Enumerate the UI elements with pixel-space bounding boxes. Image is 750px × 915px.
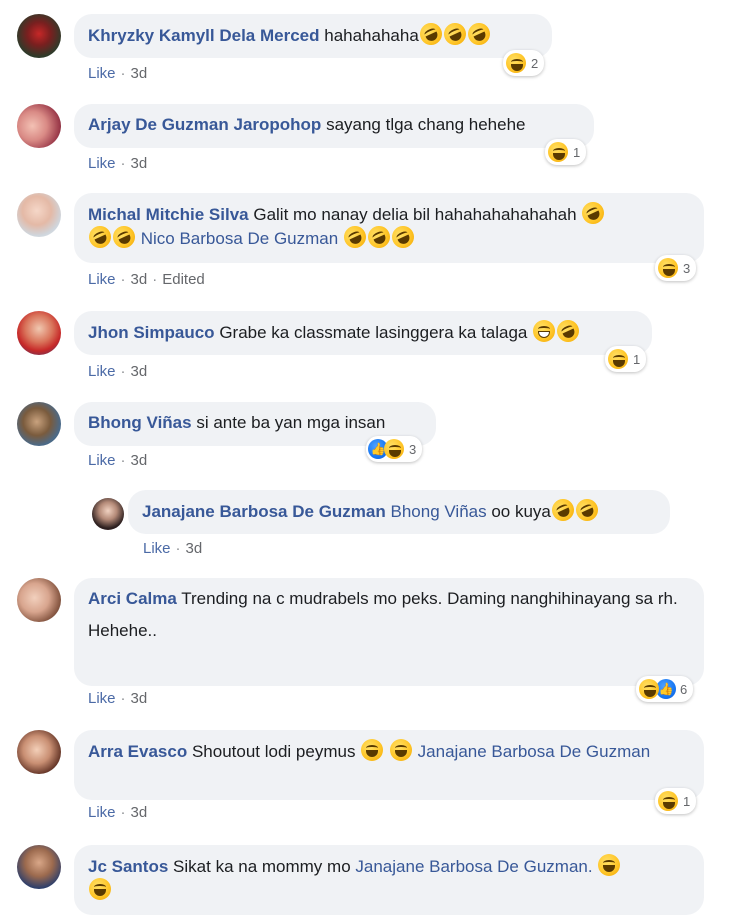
comment-text: si ante ba yan mga insan: [196, 413, 386, 432]
comment-actions: Like · 3d · Edited: [88, 271, 205, 288]
laughing-emoji-icon: [364, 222, 394, 252]
like-link[interactable]: Like: [88, 690, 116, 707]
comment-actions: Like · 3d: [143, 540, 203, 557]
avatar[interactable]: [17, 730, 61, 774]
like-link[interactable]: Like: [143, 540, 171, 557]
laughing-emoji-icon: [388, 222, 418, 252]
avatar[interactable]: [17, 14, 61, 58]
comment-text: Grabe ka classmate lasinggera ka talaga: [219, 323, 528, 342]
reaction-count[interactable]: 3: [655, 255, 697, 281]
haha-reaction-icon: [639, 679, 659, 699]
comment-time[interactable]: 3d: [131, 363, 148, 380]
like-link[interactable]: Like: [88, 804, 116, 821]
laughing-emoji-icon: [553, 316, 583, 346]
mention-link[interactable]: Nico Barbosa De Guzman: [141, 229, 338, 248]
comment-bubble: Jc Santos Sikat ka na mommy mo Janajane …: [74, 845, 704, 915]
comment-text: Trending na c mudrabels mo peks. Daming …: [181, 589, 678, 608]
comment-text-paragraph: Hehehe..: [88, 621, 157, 640]
haha-reaction-icon: [548, 142, 568, 162]
like-link[interactable]: Like: [88, 363, 116, 380]
haha-reaction-icon: [658, 791, 678, 811]
haha-reaction-icon: [608, 349, 628, 369]
like-link[interactable]: Like: [88, 155, 116, 172]
avatar[interactable]: [17, 845, 61, 889]
laughing-emoji-icon: [85, 222, 115, 252]
comment-text: Shoutout lodi peymus: [191, 742, 356, 761]
reaction-count[interactable]: 1: [545, 139, 587, 165]
comment-time[interactable]: 3d: [131, 452, 148, 469]
comment-time[interactable]: 3d: [131, 65, 148, 82]
comment-actions: Like · 3d: [88, 65, 148, 82]
laughing-emoji-icon: [598, 854, 621, 876]
comment-time[interactable]: 3d: [131, 690, 148, 707]
comment-time[interactable]: 3d: [186, 540, 203, 557]
like-reaction-icon: 👍: [656, 679, 676, 699]
comment-bubble: Jhon Simpauco Grabe ka classmate lasingg…: [74, 311, 652, 355]
comment-author[interactable]: Khryzky Kamyll Dela Merced: [88, 26, 320, 45]
avatar[interactable]: [17, 104, 61, 148]
like-link[interactable]: Like: [88, 65, 116, 82]
comment-bubble: Arci Calma Trending na c mudrabels mo pe…: [74, 578, 704, 686]
laughing-emoji-icon: [361, 739, 384, 761]
laughing-emoji-icon: [548, 495, 578, 525]
like-link[interactable]: Like: [88, 452, 116, 469]
laughing-emoji-icon: [572, 495, 602, 525]
reaction-count[interactable]: 1: [655, 788, 697, 814]
comment-text: hahahahaha: [324, 26, 419, 45]
reaction-count[interactable]: 2: [503, 50, 545, 76]
laughing-emoji-icon: [389, 739, 412, 761]
comment-text: oo kuya: [491, 502, 551, 521]
edited-label[interactable]: Edited: [162, 271, 205, 288]
laughing-emoji-icon: [440, 19, 470, 49]
comment-text: sayang tlga chang hehehe: [326, 115, 526, 134]
comment-author[interactable]: Janajane Barbosa De Guzman: [142, 502, 386, 521]
comment-author[interactable]: Michal Mitchie Silva: [88, 205, 249, 224]
laughing-emoji-icon: [89, 878, 111, 900]
laughing-emoji-icon: [578, 198, 608, 228]
mention-link[interactable]: Janajane Barbosa De Guzman.: [355, 857, 592, 876]
avatar[interactable]: [17, 578, 61, 622]
avatar[interactable]: [92, 498, 124, 530]
avatar[interactable]: [17, 311, 61, 355]
comment-time[interactable]: 3d: [131, 155, 148, 172]
like-link[interactable]: Like: [88, 271, 116, 288]
comment-author[interactable]: Jc Santos: [88, 857, 168, 876]
comment-bubble: Arjay De Guzman Jaropohop sayang tlga ch…: [74, 104, 594, 148]
haha-reaction-icon: [506, 53, 526, 73]
haha-reaction-icon: [384, 439, 404, 459]
laughing-emoji-icon: [464, 19, 494, 49]
comment-bubble: Khryzky Kamyll Dela Merced hahahahaha: [74, 14, 552, 58]
grinning-emoji-icon: [533, 320, 556, 342]
comment-author[interactable]: Arci Calma: [88, 589, 177, 608]
comment-time[interactable]: 3d: [131, 804, 148, 821]
mention-link[interactable]: Bhong Viñas: [391, 502, 487, 521]
reaction-count[interactable]: 1: [605, 346, 647, 372]
reaction-count[interactable]: 👍 6: [636, 676, 694, 702]
comment-bubble: Janajane Barbosa De Guzman Bhong Viñas o…: [128, 490, 670, 534]
comment-actions: Like · 3d: [88, 452, 148, 469]
avatar[interactable]: [17, 402, 61, 446]
laughing-emoji-icon: [340, 222, 370, 252]
comment-author[interactable]: Jhon Simpauco: [88, 323, 215, 342]
comment-time[interactable]: 3d: [131, 271, 148, 288]
comment-text: Sikat ka na mommy mo: [173, 857, 351, 876]
avatar[interactable]: [17, 193, 61, 237]
laughing-emoji-icon: [109, 222, 139, 252]
comment-author[interactable]: Bhong Viñas: [88, 413, 192, 432]
comment-actions: Like · 3d: [88, 690, 148, 707]
mention-link[interactable]: Janajane Barbosa De Guzman: [418, 742, 650, 761]
comment-author[interactable]: Arjay De Guzman Jaropohop: [88, 115, 321, 134]
laughing-emoji-icon: [416, 19, 446, 49]
comment-text: Galit mo nanay delia bil hahahahahahahah: [253, 205, 577, 224]
comment-bubble: Arra Evasco Shoutout lodi peymus Janajan…: [74, 730, 704, 800]
comment-actions: Like · 3d: [88, 155, 148, 172]
haha-reaction-icon: [658, 258, 678, 278]
comment-actions: Like · 3d: [88, 804, 148, 821]
comment-author[interactable]: Arra Evasco: [88, 742, 187, 761]
comment-actions: Like · 3d: [88, 363, 148, 380]
reaction-count[interactable]: 👍 3: [366, 436, 423, 462]
comment-bubble: Michal Mitchie Silva Galit mo nanay deli…: [74, 193, 704, 263]
